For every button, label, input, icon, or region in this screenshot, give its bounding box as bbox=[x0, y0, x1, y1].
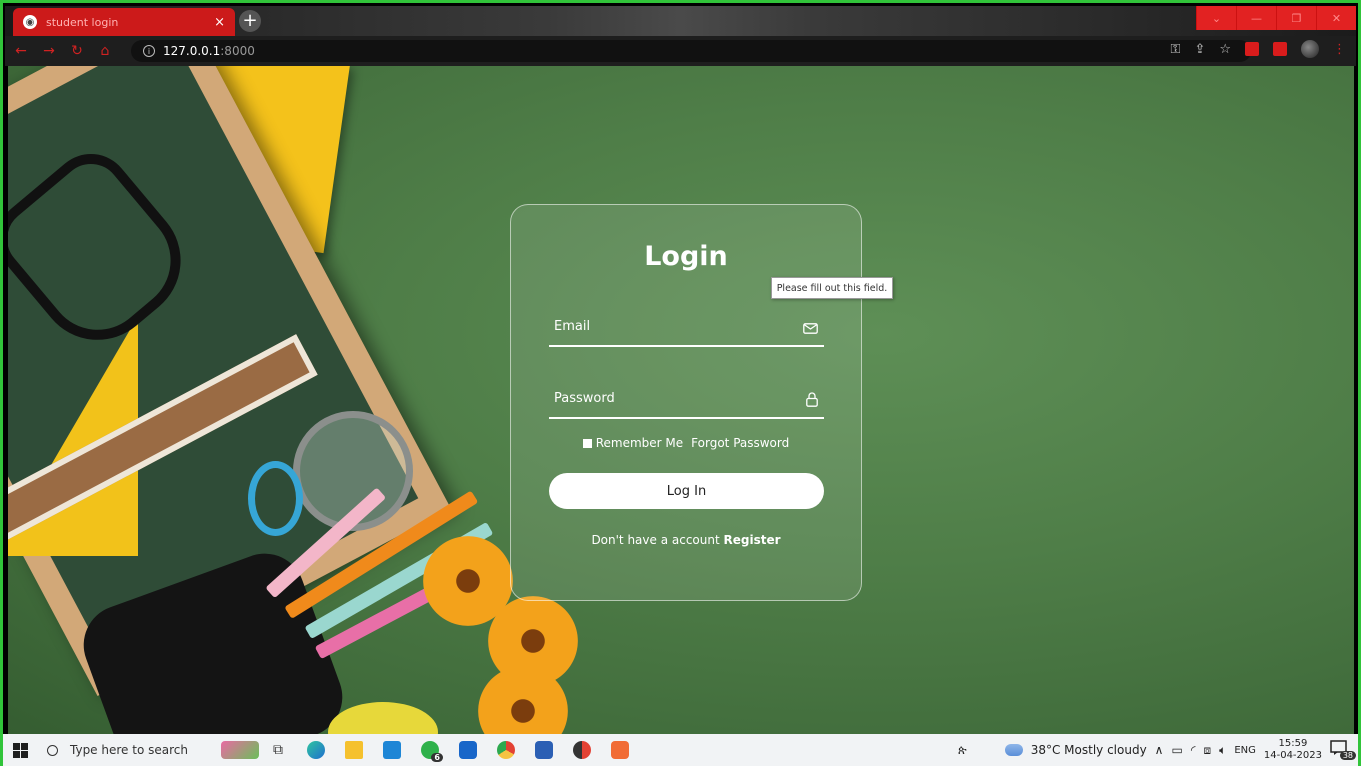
back-arrow-icon[interactable]: ← bbox=[9, 39, 33, 63]
battery-icon[interactable]: ▭ bbox=[1171, 743, 1182, 757]
tab-title: student login bbox=[46, 15, 119, 29]
mail-icon bbox=[803, 323, 818, 334]
wifi-icon[interactable]: ◜ bbox=[1191, 743, 1196, 757]
paint-app-icon[interactable] bbox=[221, 734, 259, 766]
globe-icon: ◉ bbox=[23, 15, 37, 29]
validation-tooltip: Please fill out this field. bbox=[771, 277, 893, 299]
clock-date: 14-04-2023 bbox=[1263, 750, 1322, 761]
address-bar[interactable]: i 127.0.0.1:8000 bbox=[131, 40, 1251, 62]
forgot-password-link[interactable]: Forgot Password bbox=[691, 436, 789, 450]
edge-icon[interactable] bbox=[297, 734, 335, 766]
extension-icon[interactable] bbox=[1245, 42, 1259, 56]
key-icon[interactable]: ⚿ bbox=[1171, 42, 1181, 57]
login-button[interactable]: Log In bbox=[549, 473, 824, 509]
tab-search-button[interactable]: ⌄ bbox=[1196, 6, 1236, 30]
search-icon bbox=[47, 744, 58, 756]
url-host: 127.0.0.1 bbox=[163, 44, 221, 58]
people-icon[interactable]: ጵ bbox=[958, 743, 967, 758]
password-field[interactable]: Password bbox=[549, 381, 824, 419]
vscode-icon[interactable] bbox=[373, 734, 411, 766]
clock-time: 15:59 bbox=[1278, 738, 1308, 749]
window-controls: ⌄ — ❐ ✕ bbox=[1196, 6, 1356, 30]
notification-icon[interactable]: 38 bbox=[1330, 740, 1356, 760]
volume-icon[interactable]: 🔈︎ bbox=[1219, 743, 1226, 758]
minimize-button[interactable]: — bbox=[1236, 6, 1276, 30]
remember-label[interactable]: Remember Me bbox=[596, 436, 683, 450]
whatsapp-icon[interactable]: 6 bbox=[411, 734, 449, 766]
no-account-text: Don't have a account bbox=[591, 533, 720, 547]
scissors-decoration bbox=[248, 461, 303, 536]
maximize-button[interactable]: ❐ bbox=[1276, 6, 1316, 30]
register-link[interactable]: Register bbox=[724, 533, 781, 547]
task-view-icon[interactable]: ⧉ bbox=[259, 734, 297, 766]
word-icon[interactable] bbox=[525, 734, 563, 766]
language-indicator[interactable]: ENG bbox=[1234, 745, 1256, 756]
tab-student-login[interactable]: ◉ student login × bbox=[13, 8, 235, 36]
file-explorer-icon[interactable] bbox=[335, 734, 373, 766]
whatsapp-badge: 6 bbox=[431, 753, 443, 762]
login-title: Login bbox=[644, 241, 728, 272]
chrome-icon[interactable] bbox=[487, 734, 525, 766]
share-icon[interactable]: ⇪ bbox=[1194, 42, 1205, 57]
lock-icon bbox=[806, 392, 818, 407]
forward-arrow-icon[interactable]: → bbox=[37, 39, 61, 63]
display-icon[interactable]: ⧈ bbox=[1203, 743, 1211, 758]
chrome-canary-icon[interactable] bbox=[563, 734, 601, 766]
lemon-decoration bbox=[328, 702, 438, 734]
url-port: :8000 bbox=[220, 44, 255, 58]
weather-icon bbox=[1004, 744, 1023, 756]
taskbar-search[interactable]: Type here to search bbox=[37, 734, 221, 766]
toolbar-actions: ⚿ ⇪ ☆ ⋮ bbox=[1171, 40, 1346, 58]
remember-checkbox[interactable] bbox=[582, 439, 592, 448]
email-label: Email bbox=[554, 319, 591, 334]
home-icon[interactable]: ⌂ bbox=[93, 39, 117, 63]
start-button[interactable] bbox=[3, 734, 37, 766]
windows-taskbar: Type here to search ⧉ 6 ጵ 38°C Mostly cl… bbox=[3, 734, 1358, 766]
sidebar-icon[interactable] bbox=[1273, 42, 1287, 56]
star-icon[interactable]: ☆ bbox=[1219, 42, 1231, 57]
register-row: Don't have a account Register bbox=[511, 533, 861, 547]
xampp-icon[interactable] bbox=[601, 734, 639, 766]
email-field[interactable]: Email bbox=[549, 309, 824, 347]
new-tab-button[interactable]: + bbox=[239, 10, 261, 32]
notification-count: 38 bbox=[1339, 751, 1356, 760]
mail-app-icon[interactable] bbox=[449, 734, 487, 766]
page-content: Login Email Password Remember Me Forgot P… bbox=[8, 66, 1354, 734]
system-tray: ጵ 38°C Mostly cloudy ∧ ▭ ◜ ⧈ 🔈︎ ENG 15:5… bbox=[958, 734, 1358, 766]
info-icon[interactable]: i bbox=[143, 45, 155, 57]
windows-icon bbox=[12, 742, 28, 758]
close-window-button[interactable]: ✕ bbox=[1316, 6, 1356, 30]
profile-avatar[interactable] bbox=[1301, 40, 1319, 58]
search-placeholder: Type here to search bbox=[70, 743, 188, 757]
reload-icon[interactable]: ↻ bbox=[65, 39, 89, 63]
password-label: Password bbox=[554, 391, 615, 406]
close-icon[interactable]: × bbox=[214, 15, 225, 30]
browser-toolbar: ← → ↻ ⌂ i 127.0.0.1:8000 ⚿ ⇪ ☆ ⋮ bbox=[5, 36, 1356, 66]
clock[interactable]: 15:59 14-04-2023 bbox=[1264, 738, 1322, 762]
weather-text[interactable]: 38°C Mostly cloudy bbox=[1031, 743, 1147, 757]
chevron-up-icon[interactable]: ∧ bbox=[1155, 743, 1164, 757]
tab-bar: ◉ student login × + ⌄ — ❐ ✕ bbox=[5, 6, 1356, 36]
menu-icon[interactable]: ⋮ bbox=[1333, 42, 1346, 57]
remember-row: Remember Me Forgot Password bbox=[511, 436, 861, 450]
login-card: Login Email Password Remember Me Forgot P… bbox=[510, 204, 862, 601]
